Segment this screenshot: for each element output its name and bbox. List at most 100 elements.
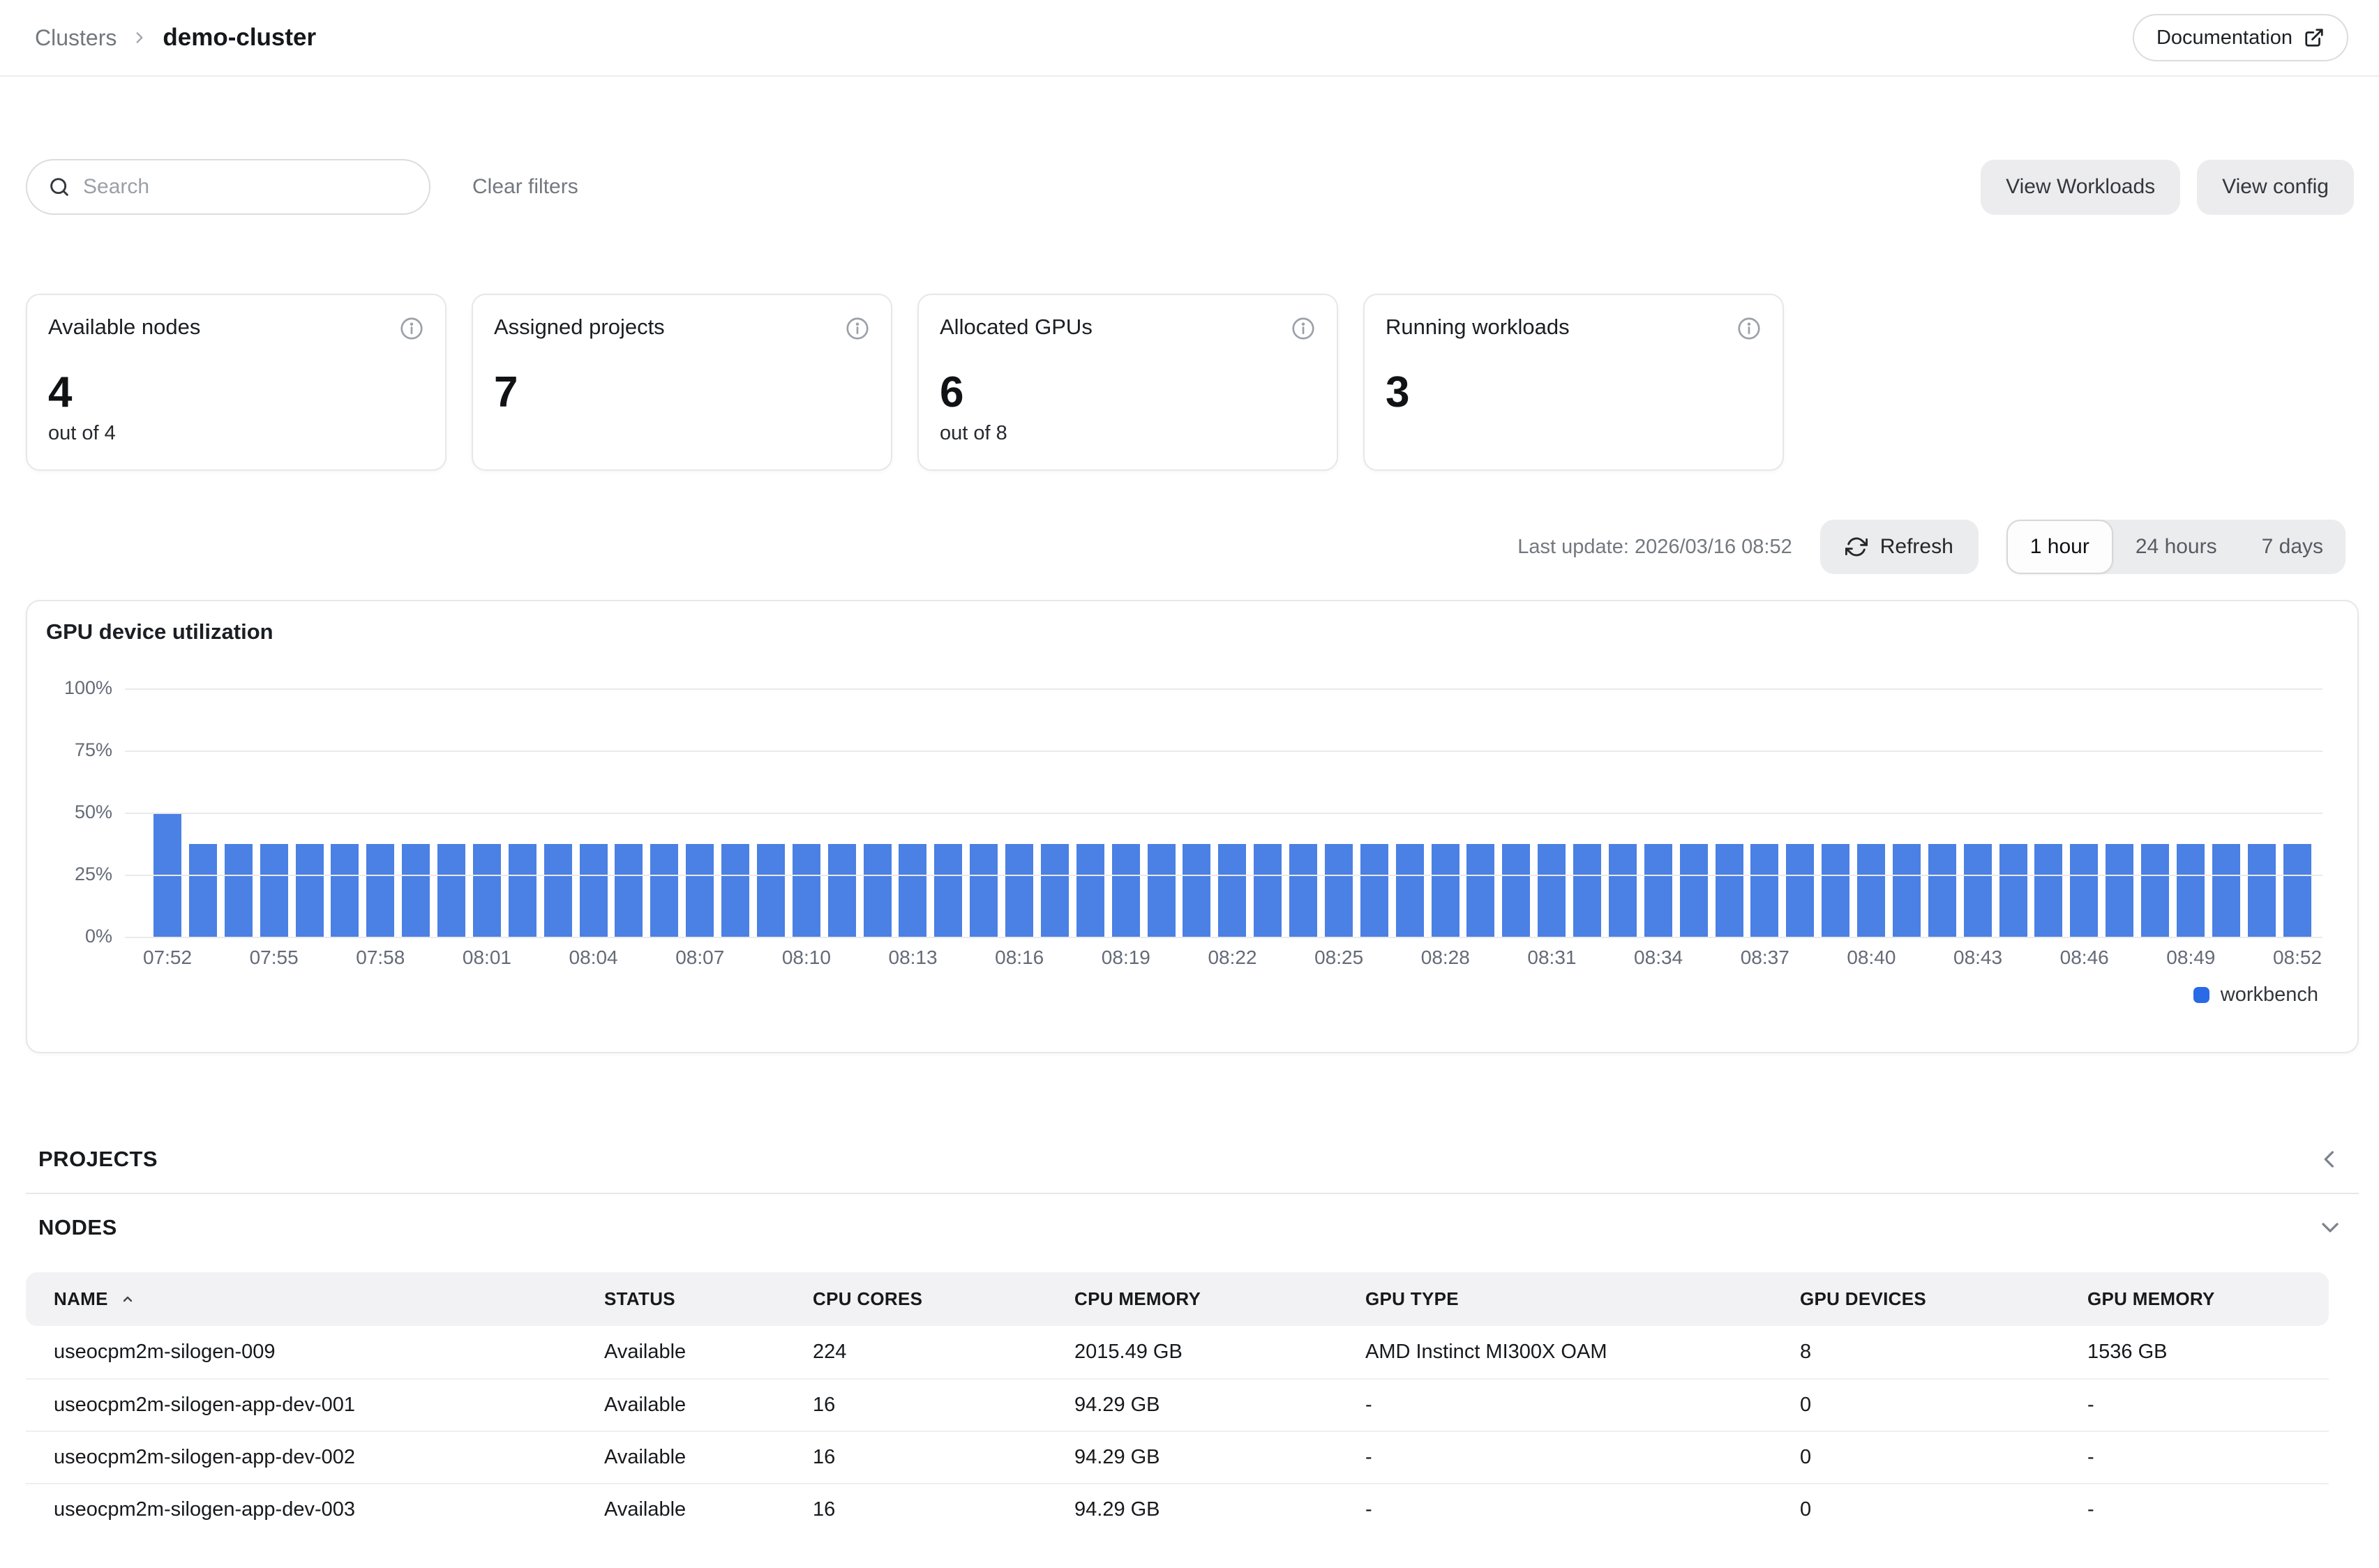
column-header-status[interactable]: STATUS	[604, 1288, 813, 1310]
chart-bar	[473, 844, 501, 937]
chart-bar	[2034, 844, 2062, 937]
x-axis-tick-label: 08:43	[1953, 947, 2002, 969]
refresh-button[interactable]: Refresh	[1820, 520, 1979, 574]
info-icon[interactable]	[399, 316, 424, 341]
view-workloads-button[interactable]: View Workloads	[1981, 160, 2180, 215]
chart-bar	[686, 844, 714, 937]
x-axis-tick-label: 08:16	[995, 947, 1044, 969]
table-cell: AMD Instinct MI300X OAM	[1365, 1341, 1800, 1364]
section-header-nodes[interactable]: NODES	[26, 1194, 2348, 1261]
table-row[interactable]: useocpm2m-silogen-app-dev-003Available16…	[26, 1483, 2329, 1535]
clear-filters-link[interactable]: Clear filters	[472, 175, 578, 199]
chevron-right-icon	[130, 29, 149, 47]
table-row[interactable]: useocpm2m-silogen-009Available2242015.49…	[26, 1326, 2329, 1378]
chart-bar	[970, 844, 998, 937]
y-axis-tick-label: 0%	[27, 926, 112, 947]
search-box[interactable]	[26, 159, 430, 215]
chart-bar	[1538, 844, 1566, 937]
x-axis-tick-label: 08:49	[2166, 947, 2215, 969]
x-axis-tick-label: 08:25	[1314, 947, 1363, 969]
chart-legend[interactable]: workbench	[2193, 983, 2318, 1007]
table-cell: 94.29 GB	[1074, 1498, 1365, 1521]
chart-bar	[2283, 844, 2311, 937]
chart-bar	[2070, 844, 2098, 937]
card-subtext: out of 4	[48, 422, 116, 445]
breadcrumb-clusters-link[interactable]: Clusters	[35, 25, 117, 51]
x-axis-tick-label: 08:31	[1527, 947, 1576, 969]
table-cell: 1536 GB	[2087, 1341, 2329, 1364]
chart-bar	[1680, 844, 1708, 937]
x-axis-tick-label: 08:46	[2060, 947, 2109, 969]
info-icon[interactable]	[1291, 316, 1316, 341]
table-cell: 0	[1800, 1394, 2087, 1417]
chart-bar	[2248, 844, 2276, 937]
chart-bar	[721, 844, 749, 937]
chart-bar	[1502, 844, 1530, 937]
card-available-nodes: Available nodes 4 out of 4	[26, 294, 446, 471]
chart-bar	[934, 844, 962, 937]
search-input[interactable]	[83, 175, 408, 199]
chart-gridline	[125, 751, 2322, 752]
column-header-gpu-memory[interactable]: GPU MEMORY	[2087, 1288, 2329, 1310]
chart-bar	[2141, 844, 2169, 937]
column-header-name[interactable]: NAME	[54, 1288, 604, 1310]
table-cell: 16	[813, 1394, 1074, 1417]
chart-bar	[544, 844, 572, 937]
chart-bar	[1183, 844, 1210, 937]
info-icon[interactable]	[845, 316, 870, 341]
column-header-cpu-cores[interactable]: CPU CORES	[813, 1288, 1074, 1310]
chart-bar	[899, 844, 926, 937]
chart-bar	[296, 844, 324, 937]
x-axis-tick-label: 07:55	[250, 947, 299, 969]
chart-bar	[1432, 844, 1459, 937]
y-axis-tick-label: 75%	[27, 739, 112, 761]
card-title: Running workloads	[1386, 315, 1570, 340]
chart-bar	[1573, 844, 1601, 937]
last-update-text: Last update: 2026/03/16 08:52	[1517, 536, 1792, 559]
chart-bar	[1289, 844, 1317, 937]
card-allocated-gpus: Allocated GPUs 6 out of 8	[917, 294, 1338, 471]
table-cell: useocpm2m-silogen-app-dev-003	[54, 1498, 604, 1521]
page-title: demo-cluster	[163, 24, 316, 52]
table-cell: Available	[604, 1341, 813, 1364]
chart-bar	[1325, 844, 1353, 937]
chart-bar	[1609, 844, 1637, 937]
chart-bar	[1254, 844, 1282, 937]
x-axis-tick-label: 08:34	[1634, 947, 1683, 969]
chart-bar	[1148, 844, 1176, 937]
chart-bar	[1716, 844, 1743, 937]
chart-bar	[650, 844, 678, 937]
range-tab-1-hour[interactable]: 1 hour	[2006, 520, 2113, 574]
column-header-gpu-devices[interactable]: GPU DEVICES	[1800, 1288, 2087, 1310]
view-config-button[interactable]: View config	[2197, 160, 2354, 215]
section-header-projects[interactable]: PROJECTS	[26, 1126, 2348, 1193]
chart-bar	[437, 844, 465, 937]
table-cell: Available	[604, 1446, 813, 1469]
card-value: 7	[494, 368, 518, 417]
info-icon[interactable]	[1736, 316, 1762, 341]
table-row[interactable]: useocpm2m-silogen-app-dev-002Available16…	[26, 1431, 2329, 1483]
column-header-gpu-type[interactable]: GPU TYPE	[1365, 1288, 1800, 1310]
chart-bar	[1466, 844, 1494, 937]
table-cell: 8	[1800, 1341, 2087, 1364]
range-tab-24-hours[interactable]: 24 hours	[2113, 520, 2239, 574]
x-axis-tick-label: 08:37	[1741, 947, 1789, 969]
filters-toolbar: Clear filters View Workloads View config	[26, 159, 2354, 215]
range-tab-7-days[interactable]: 7 days	[2239, 520, 2346, 574]
documentation-button-label: Documentation	[2156, 27, 2292, 50]
card-assigned-projects: Assigned projects 7	[472, 294, 892, 471]
chart-bar	[1964, 844, 1992, 937]
documentation-button[interactable]: Documentation	[2133, 14, 2348, 61]
table-cell: 16	[813, 1498, 1074, 1521]
table-cell: 2015.49 GB	[1074, 1341, 1365, 1364]
legend-label: workbench	[2221, 983, 2318, 1007]
chart-bar	[828, 844, 856, 937]
chart-gridline	[125, 875, 2322, 876]
chart-title: GPU device utilization	[46, 619, 273, 644]
table-row[interactable]: useocpm2m-silogen-app-dev-001Available16…	[26, 1378, 2329, 1431]
chart-bar	[1893, 844, 1921, 937]
column-header-cpu-memory[interactable]: CPU MEMORY	[1074, 1288, 1365, 1310]
table-cell: -	[1365, 1394, 1800, 1417]
chart-bar	[2212, 844, 2240, 937]
search-icon	[48, 176, 70, 198]
